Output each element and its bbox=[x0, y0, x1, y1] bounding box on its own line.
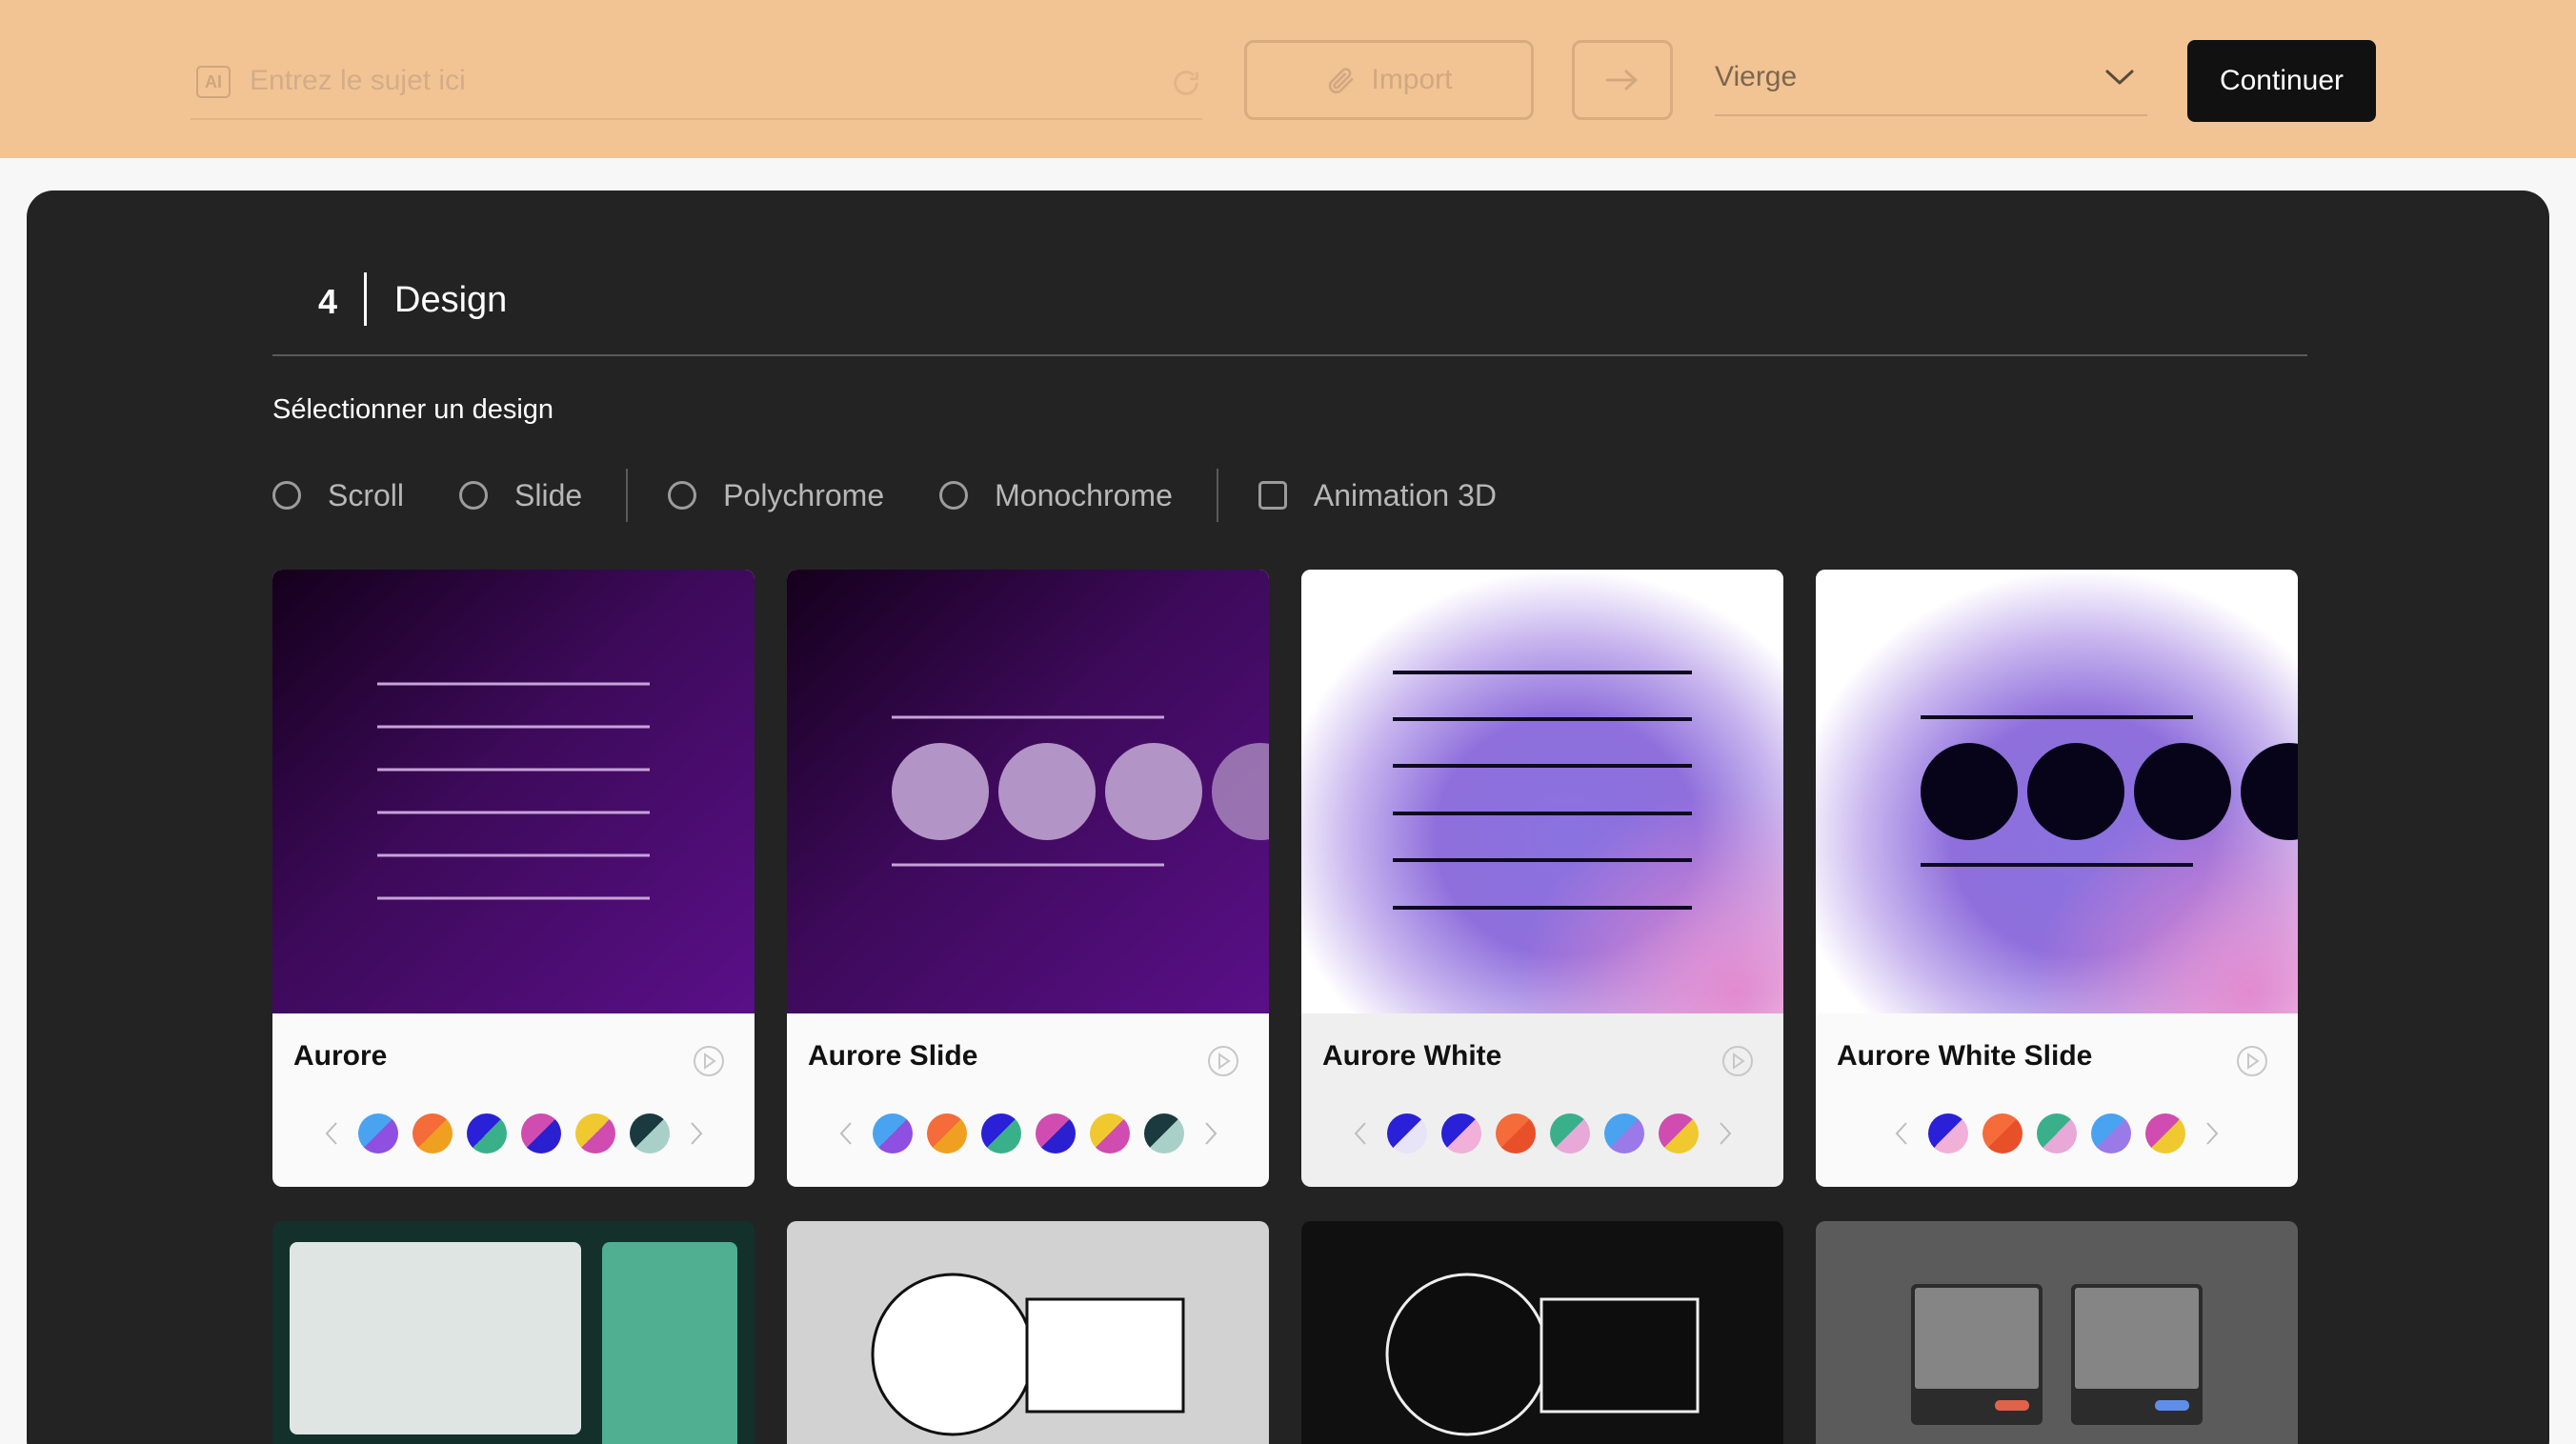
arrow-right-icon bbox=[1605, 70, 1638, 90]
design-thumbnail bbox=[1911, 1284, 2203, 1425]
design-card-sketch-light[interactable] bbox=[787, 1221, 1269, 1444]
color-swatch[interactable] bbox=[629, 1113, 670, 1153]
continue-button[interactable]: Continuer bbox=[2187, 40, 2376, 122]
refresh-icon[interactable] bbox=[1170, 67, 1202, 99]
checkbox-icon[interactable] bbox=[1258, 481, 1287, 510]
ai-badge-icon: AI bbox=[196, 66, 231, 98]
design-card-aurore-white-slide[interactable]: Aurore White Slide bbox=[1816, 570, 2298, 1187]
design-thumbnail bbox=[290, 1242, 737, 1444]
design-name: Aurore White Slide bbox=[1837, 1040, 2093, 1072]
design-thumbnail bbox=[787, 570, 1269, 1013]
color-swatch[interactable] bbox=[1440, 1113, 1481, 1153]
design-card-grey[interactable] bbox=[1816, 1221, 2298, 1444]
color-swatch[interactable] bbox=[574, 1113, 615, 1153]
color-swatch[interactable] bbox=[1035, 1113, 1076, 1153]
radio-icon[interactable] bbox=[668, 481, 697, 510]
design-thumbnail bbox=[1301, 570, 1783, 1013]
chevron-left-icon[interactable] bbox=[834, 1116, 858, 1151]
filter-monochrome[interactable]: Monochrome bbox=[939, 478, 1173, 513]
design-card-aurore-slide[interactable]: Aurore Slide bbox=[787, 570, 1269, 1187]
radio-icon[interactable] bbox=[459, 481, 489, 510]
filter-slide[interactable]: Slide bbox=[459, 478, 582, 513]
filter-divider bbox=[626, 469, 629, 522]
color-swatch[interactable] bbox=[1603, 1113, 1644, 1153]
filter-label: Polychrome bbox=[723, 477, 885, 512]
filter-divider bbox=[1216, 469, 1218, 522]
design-name: Aurore Slide bbox=[808, 1040, 978, 1072]
color-swatch[interactable] bbox=[1549, 1113, 1590, 1153]
design-card-sketch-dark[interactable] bbox=[1301, 1221, 1783, 1444]
play-icon[interactable] bbox=[2235, 1044, 2269, 1078]
filter-label: Animation 3D bbox=[1313, 477, 1497, 512]
design-panel: 4 Design Sélectionner un design Scroll S… bbox=[27, 191, 2549, 1444]
color-swatch[interactable] bbox=[1495, 1113, 1536, 1153]
design-filters: Scroll Slide Polychrome Monochrome Anima… bbox=[272, 467, 1552, 524]
step-divider bbox=[364, 272, 367, 326]
subject-input[interactable] bbox=[250, 57, 1107, 105]
radio-icon[interactable] bbox=[939, 481, 969, 510]
design-card-green[interactable] bbox=[272, 1221, 755, 1444]
chevron-left-icon[interactable] bbox=[1889, 1116, 1914, 1151]
chevron-right-icon[interactable] bbox=[684, 1116, 709, 1151]
step-title: Design bbox=[394, 280, 508, 320]
color-swatch[interactable] bbox=[466, 1113, 507, 1153]
color-swatch[interactable] bbox=[1143, 1113, 1184, 1153]
design-name: Aurore bbox=[293, 1040, 388, 1072]
play-icon[interactable] bbox=[692, 1044, 726, 1078]
chevron-right-icon[interactable] bbox=[1713, 1116, 1738, 1151]
color-swatch[interactable] bbox=[2091, 1113, 2131, 1153]
color-swatch[interactable] bbox=[872, 1113, 913, 1153]
select-design-label: Sélectionner un design bbox=[272, 394, 554, 425]
import-button[interactable]: Import bbox=[1244, 40, 1534, 120]
chevron-down-icon bbox=[2105, 70, 2134, 85]
step-number: 4 bbox=[318, 282, 338, 321]
color-swatch[interactable] bbox=[2037, 1113, 2077, 1153]
subject-field[interactable]: AI bbox=[191, 57, 1202, 120]
template-select[interactable]: Vierge bbox=[1715, 51, 2147, 116]
chevron-right-icon[interactable] bbox=[2200, 1116, 2224, 1151]
color-swatch[interactable] bbox=[357, 1113, 398, 1153]
paperclip-icon bbox=[1329, 68, 1354, 94]
color-swatch[interactable] bbox=[980, 1113, 1021, 1153]
color-swatches bbox=[787, 1111, 1269, 1156]
color-swatch[interactable] bbox=[926, 1113, 967, 1153]
chevron-right-icon[interactable] bbox=[1198, 1116, 1223, 1151]
play-icon[interactable] bbox=[1206, 1044, 1240, 1078]
top-bar: AI Import Vierge Continuer bbox=[0, 0, 2576, 158]
chevron-left-icon[interactable] bbox=[1348, 1116, 1373, 1151]
color-swatch[interactable] bbox=[2145, 1113, 2185, 1153]
filter-label: Scroll bbox=[328, 477, 405, 512]
color-swatch[interactable] bbox=[412, 1113, 453, 1153]
filter-scroll[interactable]: Scroll bbox=[272, 478, 404, 513]
filter-label: Monochrome bbox=[995, 477, 1173, 512]
color-swatch[interactable] bbox=[1089, 1113, 1130, 1153]
chevron-left-icon[interactable] bbox=[319, 1116, 344, 1151]
filter-polychrome[interactable]: Polychrome bbox=[668, 478, 884, 513]
radio-icon[interactable] bbox=[272, 481, 301, 510]
template-select-value: Vierge bbox=[1715, 61, 1798, 92]
color-swatch[interactable] bbox=[1658, 1113, 1699, 1153]
step-header: 4 Design bbox=[272, 272, 2307, 356]
next-arrow-button[interactable] bbox=[1572, 40, 1673, 120]
design-card-aurore-white[interactable]: Aurore White bbox=[1301, 570, 1783, 1187]
design-thumbnail bbox=[1385, 1273, 1700, 1436]
color-swatches bbox=[1301, 1111, 1783, 1156]
filter-label: Slide bbox=[514, 477, 583, 512]
design-name: Aurore White bbox=[1322, 1040, 1502, 1072]
filter-animation-3d[interactable]: Animation 3D bbox=[1258, 478, 1497, 513]
color-swatch[interactable] bbox=[1982, 1113, 2023, 1153]
design-thumbnail bbox=[1816, 570, 2298, 1013]
design-card-aurore[interactable]: Aurore bbox=[272, 570, 755, 1187]
design-thumbnail bbox=[871, 1273, 1185, 1436]
color-swatches bbox=[272, 1111, 755, 1156]
color-swatches bbox=[1816, 1111, 2298, 1156]
design-thumbnail bbox=[272, 570, 755, 1013]
color-swatch[interactable] bbox=[520, 1113, 561, 1153]
color-swatch[interactable] bbox=[1928, 1113, 1968, 1153]
color-swatch[interactable] bbox=[1386, 1113, 1427, 1153]
import-label: Import bbox=[1371, 64, 1453, 95]
play-icon[interactable] bbox=[1721, 1044, 1755, 1078]
